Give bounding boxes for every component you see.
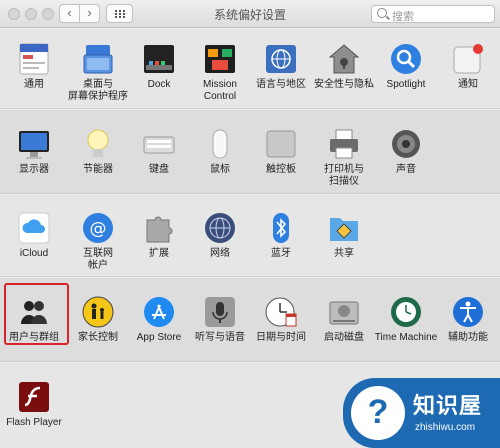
sharing-icon	[330, 218, 358, 241]
accessibility-icon	[453, 297, 483, 327]
pref-pane-label: 通知	[458, 79, 478, 90]
pref-pane-label: Flash Player	[6, 417, 62, 428]
printers-scanners-icon	[330, 129, 358, 159]
sound-icon	[392, 130, 420, 158]
notifications-icon	[453, 44, 483, 74]
watermark-url: zhishiwu.com	[415, 422, 476, 433]
show-all-button[interactable]	[106, 4, 133, 23]
mission-control-icon	[205, 45, 235, 73]
zoom-window-button[interactable]	[42, 8, 54, 20]
forward-button[interactable]: ›	[79, 4, 100, 23]
search-icon	[377, 8, 387, 18]
keyboard-icon	[143, 136, 175, 154]
flash-player-icon	[19, 382, 49, 412]
time-machine-icon	[391, 297, 421, 327]
minimize-window-button[interactable]	[25, 8, 37, 20]
general-icon	[19, 43, 49, 75]
network-icon	[205, 213, 235, 243]
close-window-button[interactable]	[8, 8, 20, 20]
back-button[interactable]: ‹	[59, 4, 80, 23]
bluetooth-icon	[273, 213, 289, 243]
security-privacy-icon	[328, 44, 360, 74]
dock-icon	[144, 45, 174, 73]
search-input[interactable]: 搜索	[371, 5, 495, 23]
trackpad-icon	[266, 130, 296, 158]
icloud-icon	[18, 212, 50, 244]
system-section	[0, 278, 500, 362]
watermark: ? 知识屋 zhishiwu.com	[343, 378, 500, 448]
extensions-icon	[146, 216, 173, 243]
spotlight-icon	[391, 44, 421, 74]
hardware-section	[0, 110, 500, 194]
dictation-speech-icon	[205, 297, 235, 327]
date-time-icon	[265, 297, 297, 327]
pref-pane-label: 声音	[396, 164, 416, 175]
pref-pane-label: 共享	[334, 248, 354, 259]
energy-saver-icon	[87, 129, 109, 157]
watermark-logo: ?	[351, 386, 405, 440]
language-region-icon	[266, 45, 296, 73]
pref-pane-label: 辅助功能	[448, 332, 488, 343]
title-bar: ‹ › 系统偏好设置 搜索	[0, 0, 500, 28]
app-store-icon	[144, 297, 174, 327]
svg-text:@: @	[90, 219, 107, 239]
desktop-screensaver-icon	[83, 45, 113, 74]
search-placeholder: 搜索	[392, 11, 414, 23]
mouse-icon	[212, 129, 228, 159]
internet-accounts-icon: @	[83, 213, 113, 243]
window-title: 系统偏好设置	[213, 8, 286, 22]
parental-controls-icon	[82, 296, 114, 328]
startup-disk-icon	[329, 301, 359, 325]
watermark-brand: 知识屋	[413, 393, 483, 418]
selection-highlight	[4, 283, 69, 345]
displays-icon	[19, 131, 49, 159]
